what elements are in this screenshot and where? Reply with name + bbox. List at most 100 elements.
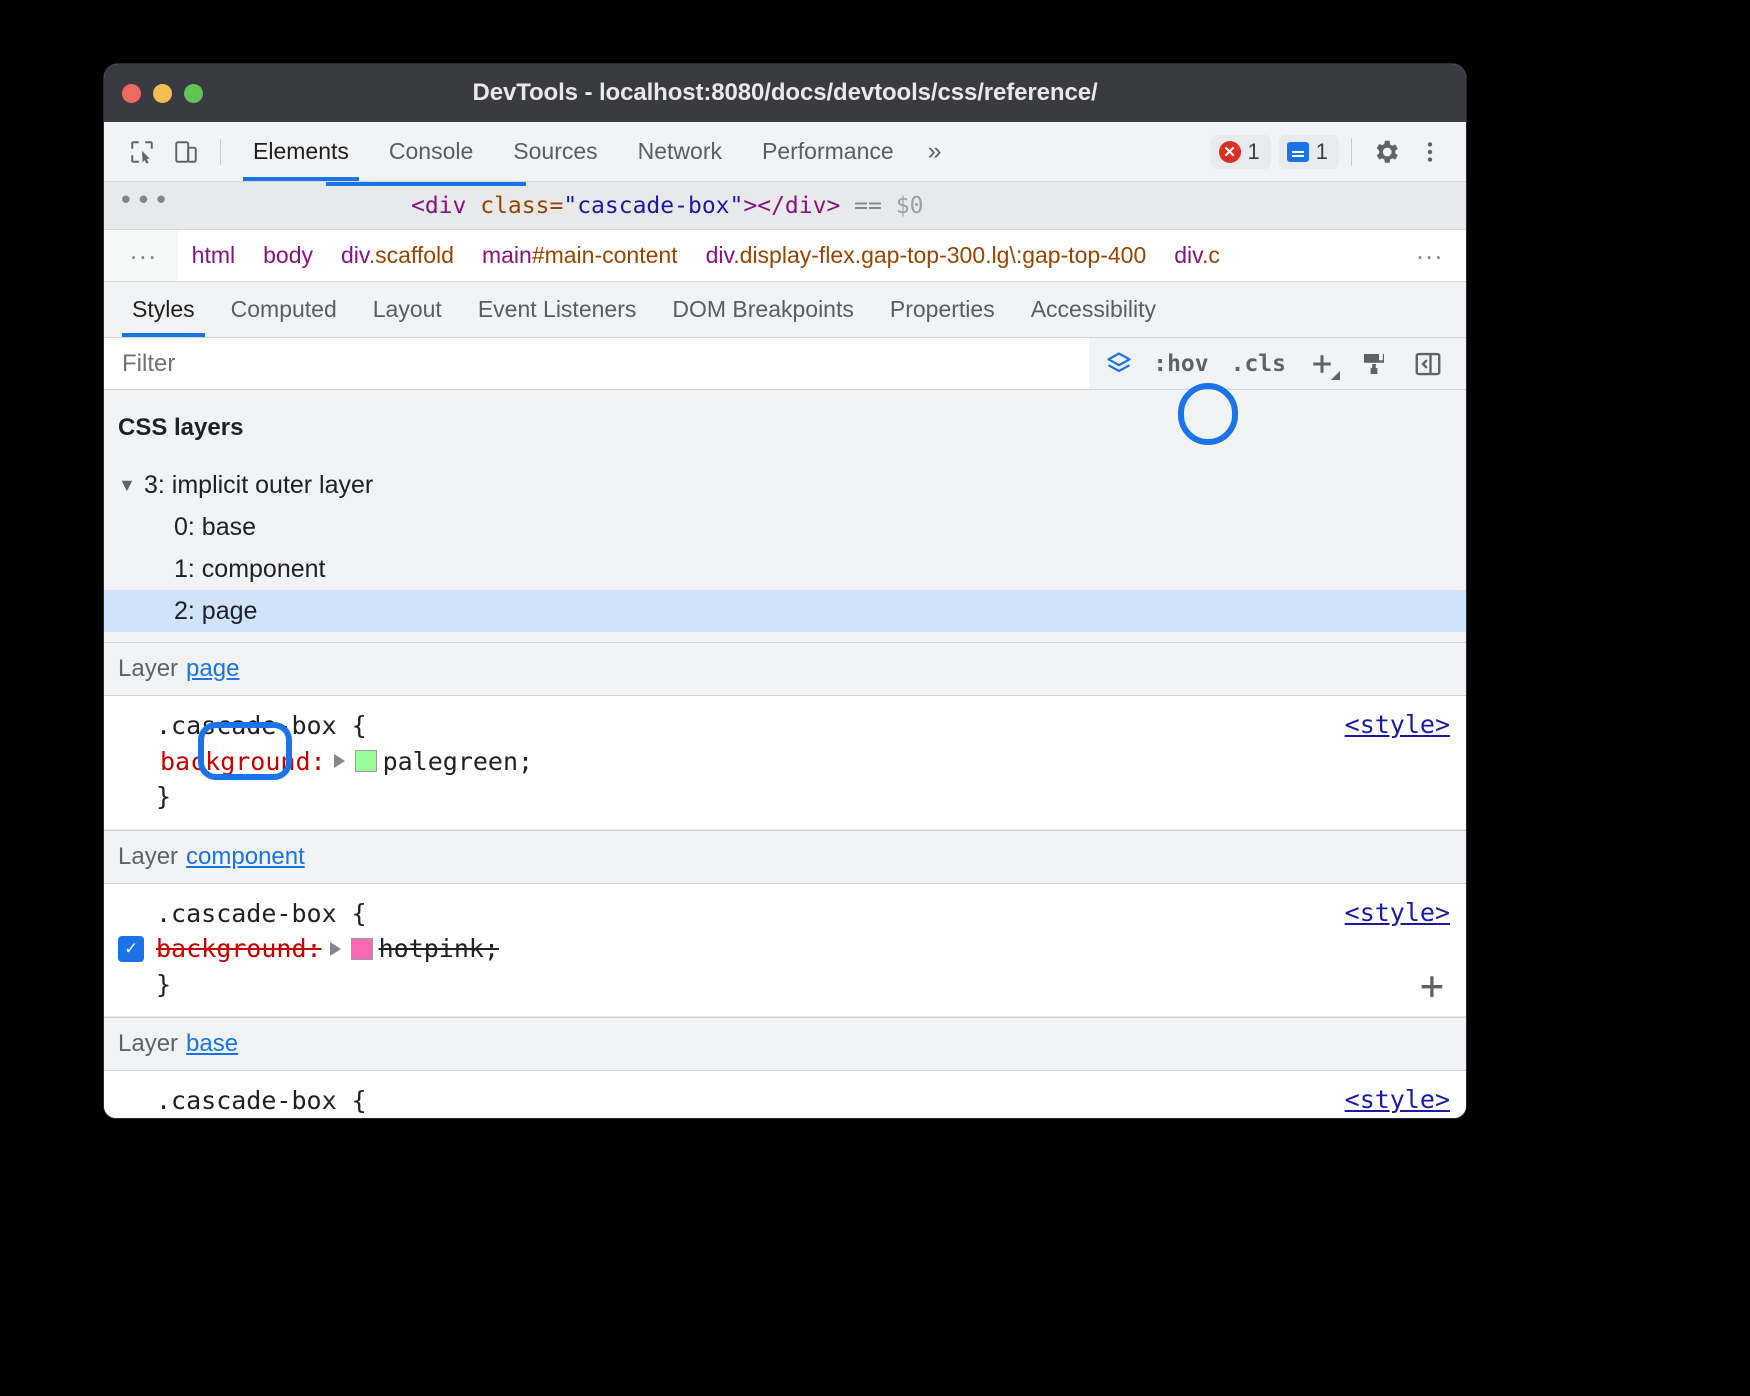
- rule-selector-component-text: .cascade-box {: [156, 896, 367, 932]
- kebab-menu-icon[interactable]: [1408, 130, 1452, 174]
- tab-elements[interactable]: Elements: [233, 122, 369, 181]
- expand-shorthand-icon[interactable]: [334, 754, 345, 768]
- rule-source-page[interactable]: <style>: [1345, 710, 1450, 739]
- declaration-component-background-property[interactable]: background: [156, 931, 307, 967]
- filter-placeholder: Filter: [122, 350, 175, 378]
- styles-sidebar-tab-list: Styles Computed Layout Event Listeners D…: [104, 282, 1466, 338]
- declaration-component-background[interactable]: ✓ background: hotpink;: [104, 931, 1466, 967]
- breadcrumb-item-div-cascade-tag: div: [1174, 242, 1202, 268]
- expand-shorthand-icon[interactable]: [330, 942, 341, 956]
- color-swatch-hotpink[interactable]: [351, 938, 373, 960]
- rule-source-base[interactable]: <style>: [1345, 1085, 1450, 1114]
- filter-input[interactable]: Filter: [104, 338, 1089, 389]
- breadcrumb-item-div-scaffold[interactable]: div.scaffold: [327, 242, 468, 269]
- plus-icon[interactable]: [1300, 344, 1344, 384]
- devtools-main-toolbar: Elements Console Sources Network Perform…: [104, 122, 1466, 182]
- declaration-page-background[interactable]: background: palegreen;: [104, 744, 1466, 780]
- tab-computed[interactable]: Computed: [213, 282, 355, 337]
- tab-console-label: Console: [389, 138, 473, 165]
- window-title: DevTools - localhost:8080/docs/devtools/…: [104, 79, 1466, 107]
- rule-source-component[interactable]: <style>: [1345, 898, 1450, 927]
- more-tabs-chevron-icon[interactable]: »: [914, 137, 956, 166]
- message-count-label: 1: [1316, 139, 1328, 165]
- tab-layout-label: Layout: [373, 296, 442, 323]
- error-count-badge[interactable]: ✕ 1: [1211, 135, 1271, 169]
- inspect-cursor-icon[interactable]: [120, 131, 164, 173]
- layer-header-component: Layer component: [104, 830, 1466, 884]
- breadcrumb-item-body-tag: body: [263, 242, 313, 268]
- paintbrush-icon[interactable]: [1350, 343, 1398, 385]
- gear-icon[interactable]: [1364, 130, 1408, 174]
- toolbar-divider-2: [1351, 138, 1352, 166]
- dom-attr-value: "cascade-box": [563, 193, 743, 219]
- add-declaration-plus-icon[interactable]: +: [1420, 966, 1444, 1006]
- declaration-page-background-property[interactable]: background: [160, 744, 311, 780]
- layer-header-base-word: Layer: [118, 1030, 178, 1058]
- styles-toolbar-buttons: :hov .cls: [1089, 343, 1466, 385]
- layer-tree-row-page[interactable]: 2: page: [104, 590, 1466, 632]
- rule-selector-base[interactable]: .cascade-box {: [104, 1083, 1466, 1118]
- declaration-component-checkbox[interactable]: ✓: [118, 936, 144, 962]
- panel-tab-list: Elements Console Sources Network Perform…: [233, 122, 914, 181]
- css-layers-heading: CSS layers: [104, 408, 1466, 464]
- declaration-page-background-value[interactable]: palegreen;: [383, 744, 534, 780]
- rule-selector-component[interactable]: .cascade-box {: [104, 896, 1466, 932]
- dom-dollar-zero: $0: [896, 193, 924, 219]
- new-rule-dropdown-arrow-icon[interactable]: [1331, 371, 1340, 380]
- tab-styles[interactable]: Styles: [114, 282, 213, 337]
- declaration-component-background-value[interactable]: hotpink;: [379, 931, 499, 967]
- breadcrumb-item-div-display-flex-suffix: .display-flex.gap-top-300.lg\:gap-top-40…: [733, 242, 1146, 268]
- toggle-class-button[interactable]: .cls: [1223, 351, 1294, 377]
- rule-selector-base-text: .cascade-box {: [156, 1083, 367, 1118]
- layer-tree-row-component[interactable]: 1: component: [104, 548, 1466, 590]
- layer-tree-row-base-label: 0: base: [174, 513, 256, 542]
- tab-layout[interactable]: Layout: [355, 282, 460, 337]
- tab-properties[interactable]: Properties: [872, 282, 1013, 337]
- breadcrumb-item-main-content-suffix: #main-content: [532, 242, 678, 268]
- breadcrumb-item-div-scaffold-suffix: .scaffold: [369, 242, 454, 268]
- tab-dom-breakpoints[interactable]: DOM Breakpoints: [654, 282, 872, 337]
- breadcrumb: ... html body div.scaffold main#main-con…: [104, 230, 1466, 282]
- toggle-element-state-button[interactable]: :hov: [1145, 351, 1216, 377]
- layer-link-page[interactable]: page: [186, 655, 239, 683]
- tab-console[interactable]: Console: [369, 122, 493, 181]
- breadcrumb-item-div-cascade[interactable]: div.c: [1160, 242, 1234, 269]
- minimize-window-button[interactable]: [153, 84, 172, 103]
- layer-tree-row-implicit-outer[interactable]: ▼ 3: implicit outer layer: [104, 464, 1466, 506]
- styles-pane-toolbar: Filter :hov .cls: [104, 338, 1466, 390]
- breadcrumb-left-overflow[interactable]: ...: [104, 230, 178, 281]
- tab-performance[interactable]: Performance: [742, 122, 914, 181]
- layer-tree-row-base[interactable]: 0: base: [104, 506, 1466, 548]
- declaration-component-colon: :: [307, 931, 322, 967]
- layer-link-component[interactable]: component: [186, 843, 305, 871]
- rule-close-page: }: [104, 779, 1466, 815]
- chevron-down-icon[interactable]: ▼: [118, 475, 140, 496]
- tab-sources[interactable]: Sources: [493, 122, 617, 181]
- dom-tag-name: div: [425, 193, 467, 219]
- tab-network[interactable]: Network: [618, 122, 742, 181]
- breadcrumb-item-body[interactable]: body: [249, 242, 327, 269]
- breadcrumb-item-main-content[interactable]: main#main-content: [468, 242, 692, 269]
- color-swatch-palegreen[interactable]: [355, 750, 377, 772]
- css-layers-icon[interactable]: [1099, 344, 1139, 384]
- tab-properties-label: Properties: [890, 296, 995, 323]
- breadcrumb-item-div-display-flex[interactable]: div.display-flex.gap-top-300.lg\:gap-top…: [692, 242, 1161, 269]
- breadcrumb-item-html[interactable]: html: [178, 242, 249, 269]
- tab-event-listeners[interactable]: Event Listeners: [460, 282, 655, 337]
- tab-accessibility[interactable]: Accessibility: [1013, 282, 1174, 337]
- tab-styles-label: Styles: [132, 296, 195, 323]
- message-count-badge[interactable]: 1: [1279, 135, 1339, 169]
- show-computed-sidebar-icon[interactable]: [1404, 343, 1452, 385]
- close-window-button[interactable]: [122, 84, 141, 103]
- dom-collapsed-ellipsis[interactable]: •••: [104, 186, 189, 226]
- dom-node-code[interactable]: <div class="cascade-box"></div> == $0: [189, 193, 923, 219]
- rule-selector-page[interactable]: .cascade-box {: [104, 708, 1466, 744]
- layer-link-base[interactable]: base: [186, 1030, 238, 1058]
- breadcrumb-item-html-tag: html: [192, 242, 235, 268]
- toolbar-right-group: ✕ 1 1: [1203, 130, 1453, 174]
- device-toolbar-icon[interactable]: [164, 131, 208, 173]
- breadcrumb-right-overflow[interactable]: ...: [1402, 230, 1466, 281]
- zoom-window-button[interactable]: [184, 84, 203, 103]
- dom-eq-eq: ==: [840, 193, 895, 219]
- rule-block-base: <style> .cascade-box { background: rebec…: [104, 1071, 1466, 1118]
